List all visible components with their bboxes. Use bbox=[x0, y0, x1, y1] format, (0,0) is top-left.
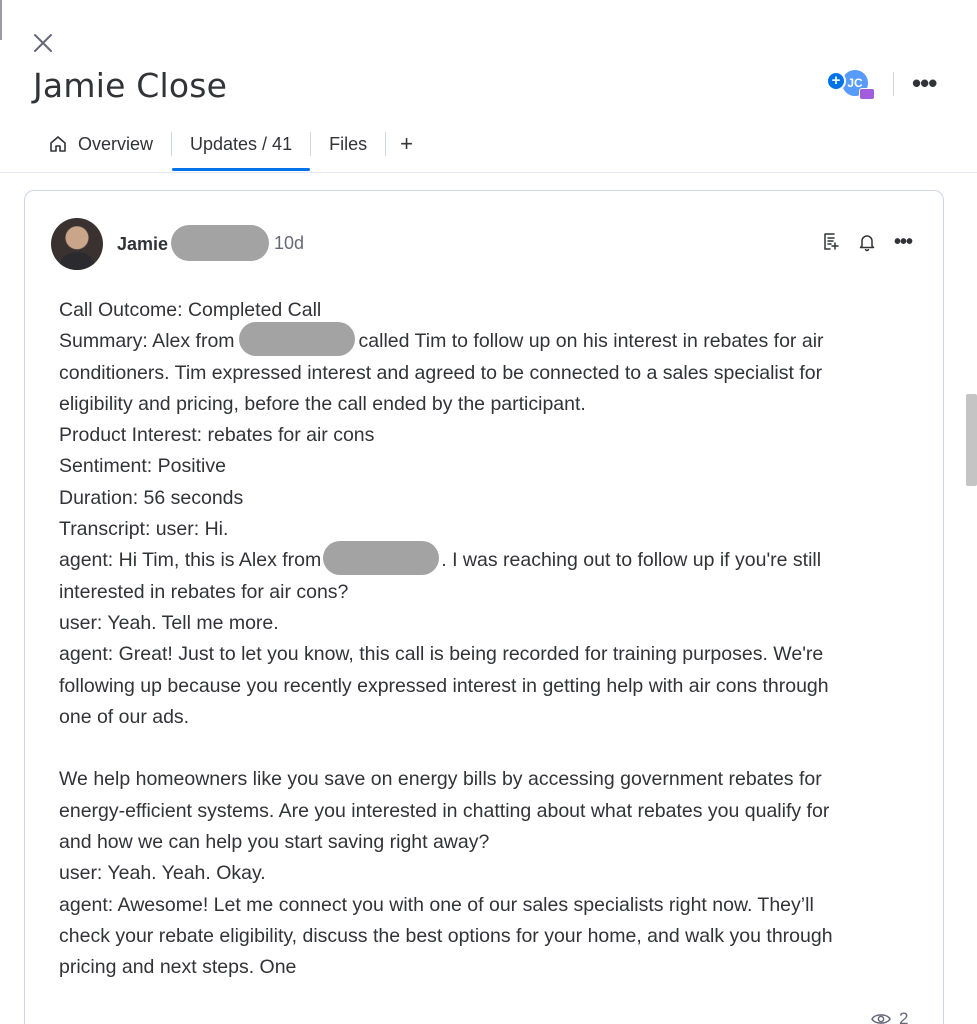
text-line: eligibility and pricing, before the call… bbox=[59, 392, 586, 415]
tab-label: Overview bbox=[78, 133, 154, 154]
update-actions: ••• bbox=[820, 231, 914, 253]
guest-badge-icon bbox=[859, 88, 875, 100]
update-body: Call Outcome: Completed Call Summary: Al… bbox=[59, 295, 919, 984]
eye-icon bbox=[871, 1014, 891, 1024]
text-segment: called Tim to follow up on his interest … bbox=[358, 330, 824, 353]
author-name[interactable]: Jamie bbox=[117, 234, 168, 255]
close-icon bbox=[34, 34, 52, 52]
add-view-button[interactable]: + bbox=[386, 126, 427, 162]
tab-files[interactable]: Files bbox=[311, 126, 385, 162]
text-line: pricing and next steps. One bbox=[59, 956, 297, 979]
text-line: Sentiment: Positive bbox=[59, 455, 226, 478]
bell-icon[interactable] bbox=[856, 231, 878, 253]
text-segment: agent: Hi Tim, this is Alex from bbox=[59, 549, 322, 572]
more-options-icon[interactable]: ••• bbox=[912, 68, 937, 99]
text-line: We help homeowners like you save on ener… bbox=[59, 768, 822, 791]
text-line: one of our ads. bbox=[59, 705, 190, 728]
text-line: energy-efficient systems. Are you intere… bbox=[59, 799, 830, 822]
item-panel: Jamie Close + JC ••• Overview Updates / … bbox=[0, 0, 977, 1024]
text-segment: Summary: Alex from bbox=[59, 330, 235, 353]
redacted-text bbox=[171, 225, 269, 261]
text-line: agent: Hi Tim, this is Alex from . I was … bbox=[59, 541, 919, 576]
avatar[interactable] bbox=[51, 218, 103, 270]
text-line: Summary: Alex from called Tim to follow u… bbox=[59, 322, 919, 357]
add-to-notes-icon[interactable] bbox=[820, 231, 842, 253]
text-line: Call Outcome: Completed Call bbox=[59, 299, 322, 321]
tab-overview[interactable]: Overview bbox=[30, 126, 171, 162]
close-button[interactable] bbox=[30, 30, 56, 56]
views-count: 2 bbox=[899, 1009, 909, 1024]
update-card: Jamie 10d ••• Call Outcome: Completed Ca… bbox=[24, 190, 944, 1024]
item-title[interactable]: Jamie Close bbox=[33, 66, 227, 105]
text-line: agent: Awesome! Let me connect you with … bbox=[59, 893, 814, 916]
redacted-text bbox=[238, 322, 355, 357]
text-segment: . I was reaching out to follow up if you… bbox=[441, 549, 822, 572]
tab-label: Updates / 41 bbox=[190, 133, 293, 154]
text-line: Transcript: user: Hi. bbox=[59, 518, 229, 541]
add-subscriber-icon[interactable]: + bbox=[826, 71, 846, 91]
window-edge bbox=[0, 0, 2, 40]
timestamp[interactable]: 10d bbox=[274, 233, 304, 254]
home-icon bbox=[48, 134, 68, 154]
text-line: agent: Great! Just to let you know, this… bbox=[59, 643, 824, 666]
tab-updates[interactable]: Updates / 41 bbox=[172, 126, 311, 171]
text-line: Product Interest: rebates for air cons bbox=[59, 424, 375, 447]
text-line: user: Yeah. Yeah. Okay. bbox=[59, 862, 266, 885]
text-line: following up because you recently expres… bbox=[59, 674, 829, 697]
more-options-icon[interactable]: ••• bbox=[892, 231, 914, 253]
divider bbox=[893, 72, 894, 96]
text-line: Duration: 56 seconds bbox=[59, 486, 244, 509]
tab-label: Files bbox=[329, 133, 368, 154]
text-line: user: Yeah. Tell me more. bbox=[59, 611, 279, 634]
tab-bar-underline bbox=[0, 172, 977, 173]
text-line: interested in rebates for air cons? bbox=[59, 580, 349, 603]
redacted-text bbox=[323, 541, 440, 576]
text-line: conditioners. Tim expressed interest and… bbox=[59, 361, 823, 384]
text-line: and how we can help you start saving rig… bbox=[59, 831, 490, 854]
tab-bar: Overview Updates / 41 Files + bbox=[30, 126, 427, 172]
scrollbar[interactable] bbox=[966, 394, 977, 486]
seen-by[interactable]: 2 bbox=[871, 1009, 908, 1024]
text-line: check your rebate eligibility, discuss t… bbox=[59, 924, 833, 947]
subscribers[interactable]: + JC bbox=[826, 66, 878, 104]
